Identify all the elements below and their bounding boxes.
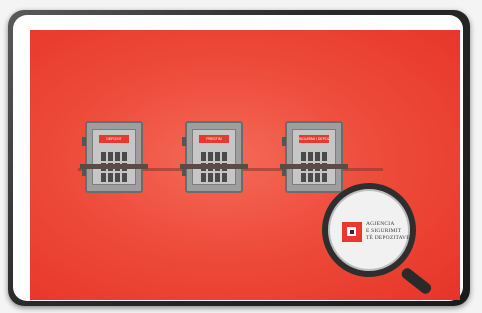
logo-mark-inner [347,227,356,236]
safe-door: PRESTIM [192,129,236,185]
safe-label: SIGURIMI I DEPOZITAVE [299,135,329,143]
safe-door: SIGURIMI I DEPOZITAVE [292,129,336,185]
safe-label: DEPOSIT [99,135,129,143]
logo-line-2: E SIGURIMIT [366,228,402,234]
agency-logo-icon [342,222,362,242]
safe-door: DEPOSIT [92,129,136,185]
agency-logo-text: AGJENCIA E SIGURIMIT TË DEPOZITAVE [366,221,410,242]
safe-hinge [282,137,286,146]
image-stage: DEPOSIT PRESTIM SIGURIMI I DEPOZ AGJENCI… [0,0,482,313]
safe-label: PRESTIM [199,135,229,143]
logo-line-1: AGJENCIA [366,221,395,227]
safe-base [80,164,148,169]
safe-hinge [82,137,86,146]
safe-icon: SIGURIMI I DEPOZITAVE [282,121,343,193]
safe-base [280,164,348,169]
safe-icon: DEPOSIT [82,121,143,193]
logo-mark-dot [350,230,354,234]
safe-hinge [182,137,186,146]
safe-base [180,164,248,169]
safe-icon: PRESTIM [182,121,243,193]
logo-line-3: TË DEPOZITAVE [366,235,410,241]
